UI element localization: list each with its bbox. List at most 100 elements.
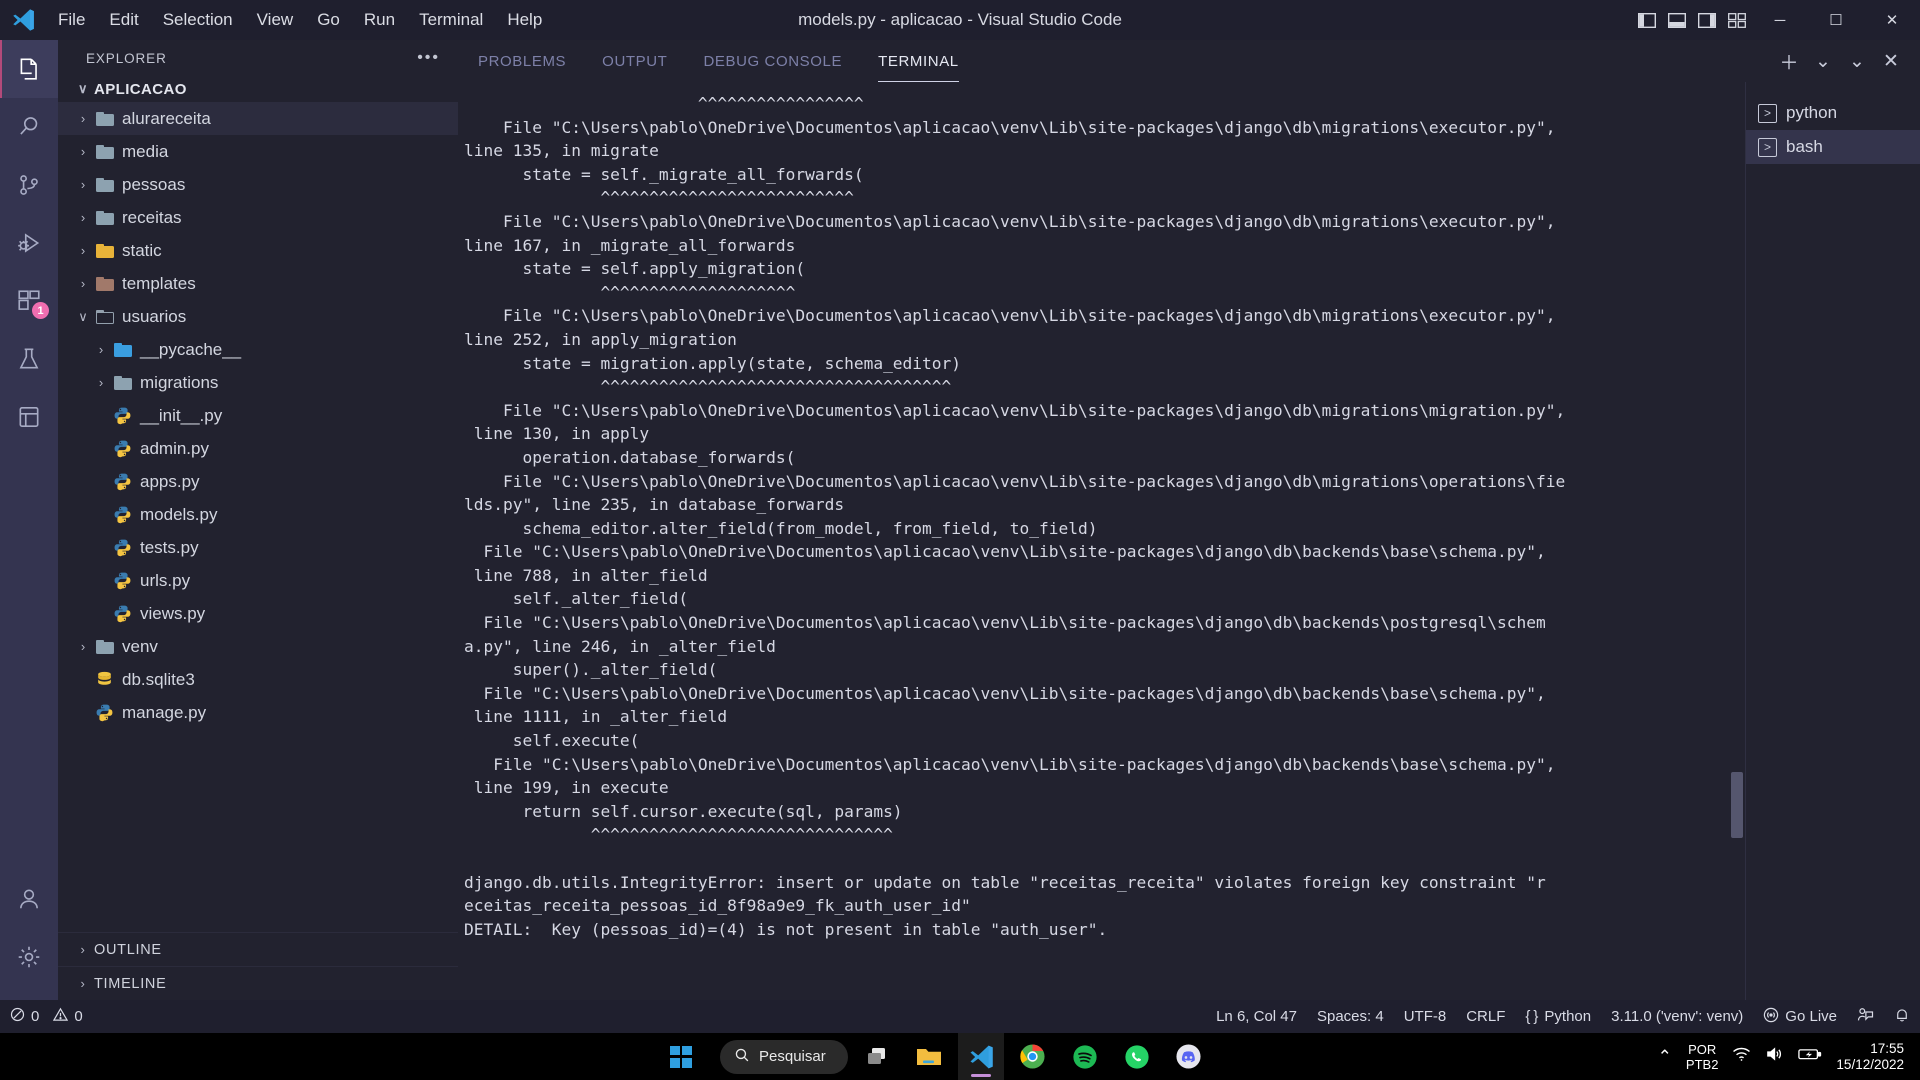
status-go-live[interactable]: Go Live <box>1753 1000 1847 1033</box>
sidebar-section-outline[interactable]: › OUTLINE <box>58 932 458 966</box>
wifi-icon[interactable] <box>1732 1046 1751 1067</box>
status-encoding[interactable]: UTF-8 <box>1394 1000 1457 1033</box>
taskbar-chrome[interactable] <box>1010 1033 1056 1080</box>
taskbar-task-view[interactable] <box>854 1033 900 1080</box>
menu-run[interactable]: Run <box>352 0 407 40</box>
python-file-icon <box>112 471 133 492</box>
panel-close-button[interactable]: ✕ <box>1876 46 1906 76</box>
status-cursor-position[interactable]: Ln 6, Col 47 <box>1206 1000 1307 1033</box>
window-minimize-button[interactable]: ─ <box>1752 0 1808 40</box>
chevron-down-icon[interactable]: ∨ <box>72 309 94 325</box>
tray-chevron-icon[interactable]: ⌃ <box>1658 1047 1672 1067</box>
status-python-interpreter[interactable]: 3.11.0 ('venv': venv) <box>1601 1000 1753 1033</box>
activity-database[interactable] <box>0 388 58 446</box>
terminal-dropdown-button[interactable]: ⌄ <box>1808 46 1838 76</box>
tree-item-tests-py[interactable]: tests.py <box>58 531 458 564</box>
toggle-secondary-sidebar-icon[interactable] <box>1692 0 1722 40</box>
tree-item-init-py[interactable]: __init__.py <box>58 399 458 432</box>
taskbar-discord[interactable] <box>1166 1033 1212 1080</box>
menu-go[interactable]: Go <box>305 0 352 40</box>
customize-layout-icon[interactable] <box>1722 0 1752 40</box>
menu-view[interactable]: View <box>245 0 306 40</box>
tree-item-urls-py[interactable]: urls.py <box>58 564 458 597</box>
menu-help[interactable]: Help <box>495 0 554 40</box>
battery-icon[interactable] <box>1798 1046 1822 1067</box>
activity-search[interactable] <box>0 98 58 156</box>
folder-icon <box>112 339 133 360</box>
activity-run-debug[interactable] <box>0 214 58 272</box>
panel-maximize-button[interactable]: ⌄ <box>1842 46 1872 76</box>
chevron-right-icon[interactable]: › <box>72 639 94 654</box>
chevron-right-icon[interactable]: › <box>90 342 112 357</box>
activity-accounts[interactable] <box>0 870 58 928</box>
windows-start-icon[interactable] <box>670 1045 692 1068</box>
toggle-primary-sidebar-icon[interactable] <box>1632 0 1662 40</box>
tab-problems[interactable]: PROBLEMS <box>478 40 566 82</box>
tree-item-models-py[interactable]: models.py <box>58 498 458 531</box>
status-eol[interactable]: CRLF <box>1456 1000 1515 1033</box>
status-feedback[interactable] <box>1847 1000 1884 1033</box>
sidebar-section-timeline[interactable]: › TIMELINE <box>58 966 458 1000</box>
taskbar-spotify[interactable] <box>1062 1033 1108 1080</box>
volume-icon[interactable] <box>1765 1046 1784 1067</box>
activity-settings-gear-icon[interactable] <box>0 928 58 986</box>
explorer-more-actions-icon[interactable]: ••• <box>417 49 440 67</box>
tab-output[interactable]: OUTPUT <box>602 40 667 82</box>
menu-edit[interactable]: Edit <box>97 0 150 40</box>
chevron-right-icon[interactable]: › <box>72 210 94 225</box>
tree-item-db-sqlite3[interactable]: db.sqlite3 <box>58 663 458 696</box>
tab-debug-console[interactable]: DEBUG CONSOLE <box>703 40 842 82</box>
menu-selection[interactable]: Selection <box>151 0 245 40</box>
terminal-instance-python[interactable]: > python <box>1746 96 1920 130</box>
tree-item-pycache[interactable]: › __pycache__ <box>58 333 458 366</box>
tree-item-alurareceita[interactable]: › alurareceita <box>58 102 458 135</box>
status-language-mode[interactable]: { } Python <box>1515 1000 1601 1033</box>
status-notifications[interactable] <box>1884 1000 1920 1033</box>
tray-language[interactable]: POR PTB2 <box>1686 1042 1719 1072</box>
activity-testing[interactable] <box>0 330 58 388</box>
menu-terminal[interactable]: Terminal <box>407 0 495 40</box>
menu-file[interactable]: File <box>46 0 97 40</box>
tree-item-receitas[interactable]: › receitas <box>58 201 458 234</box>
chevron-right-icon[interactable]: › <box>72 111 94 126</box>
chevron-right-icon[interactable]: › <box>72 276 94 291</box>
toggle-panel-icon[interactable] <box>1662 0 1692 40</box>
chevron-right-icon[interactable]: › <box>90 375 112 390</box>
search-placeholder-label: Pesquisar <box>759 1048 826 1065</box>
tree-item-static[interactable]: › static <box>58 234 458 267</box>
tray-clock[interactable]: 17:55 15/12/2022 <box>1836 1041 1904 1073</box>
activity-extensions[interactable]: 1 <box>0 272 58 330</box>
tree-item-manage-py[interactable]: manage.py <box>58 696 458 729</box>
terminal-instance-bash[interactable]: > bash <box>1746 130 1920 164</box>
python-file-icon <box>112 603 133 624</box>
tree-item-templates[interactable]: › templates <box>58 267 458 300</box>
activity-explorer[interactable] <box>0 40 58 98</box>
tree-item-venv[interactable]: › venv <box>58 630 458 663</box>
explorer-root-folder[interactable]: ∨ APLICACAO <box>58 76 458 102</box>
tree-item-admin-py[interactable]: admin.py <box>58 432 458 465</box>
taskbar-vscode[interactable] <box>957 1033 1004 1080</box>
terminal-scrollbar[interactable] <box>1731 772 1743 838</box>
new-terminal-button[interactable]: ＋ <box>1774 46 1804 76</box>
chevron-right-icon[interactable]: › <box>72 177 94 192</box>
chevron-right-icon[interactable]: › <box>72 243 94 258</box>
tree-item-media[interactable]: › media <box>58 135 458 168</box>
tree-item-views-py[interactable]: views.py <box>58 597 458 630</box>
tray-time: 17:55 <box>1870 1040 1904 1056</box>
tree-item-migrations[interactable]: › migrations <box>58 366 458 399</box>
chevron-right-icon[interactable]: › <box>72 144 94 159</box>
window-maximize-button[interactable]: ☐ <box>1808 0 1864 40</box>
status-bar: 0 0 Ln 6, Col 47 Spaces: 4 UTF-8 CRLF { … <box>0 1000 1920 1033</box>
taskbar-whatsapp[interactable] <box>1114 1033 1160 1080</box>
tree-item-usuarios[interactable]: ∨ usuarios <box>58 300 458 333</box>
tree-item-apps-py[interactable]: apps.py <box>58 465 458 498</box>
taskbar-file-explorer[interactable] <box>906 1033 952 1080</box>
taskbar-search[interactable]: Pesquisar <box>720 1039 848 1074</box>
window-close-button[interactable]: ✕ <box>1864 0 1920 40</box>
status-indentation[interactable]: Spaces: 4 <box>1307 1000 1394 1033</box>
terminal-view[interactable]: ^^^^^^^^^^^^^^^^^ File "C:\Users\pablo\O… <box>458 82 1745 1000</box>
tree-item-pessoas[interactable]: › pessoas <box>58 168 458 201</box>
activity-source-control[interactable] <box>0 156 58 214</box>
tab-terminal[interactable]: TERMINAL <box>878 40 959 82</box>
status-problems[interactable]: 0 0 <box>0 1000 93 1033</box>
